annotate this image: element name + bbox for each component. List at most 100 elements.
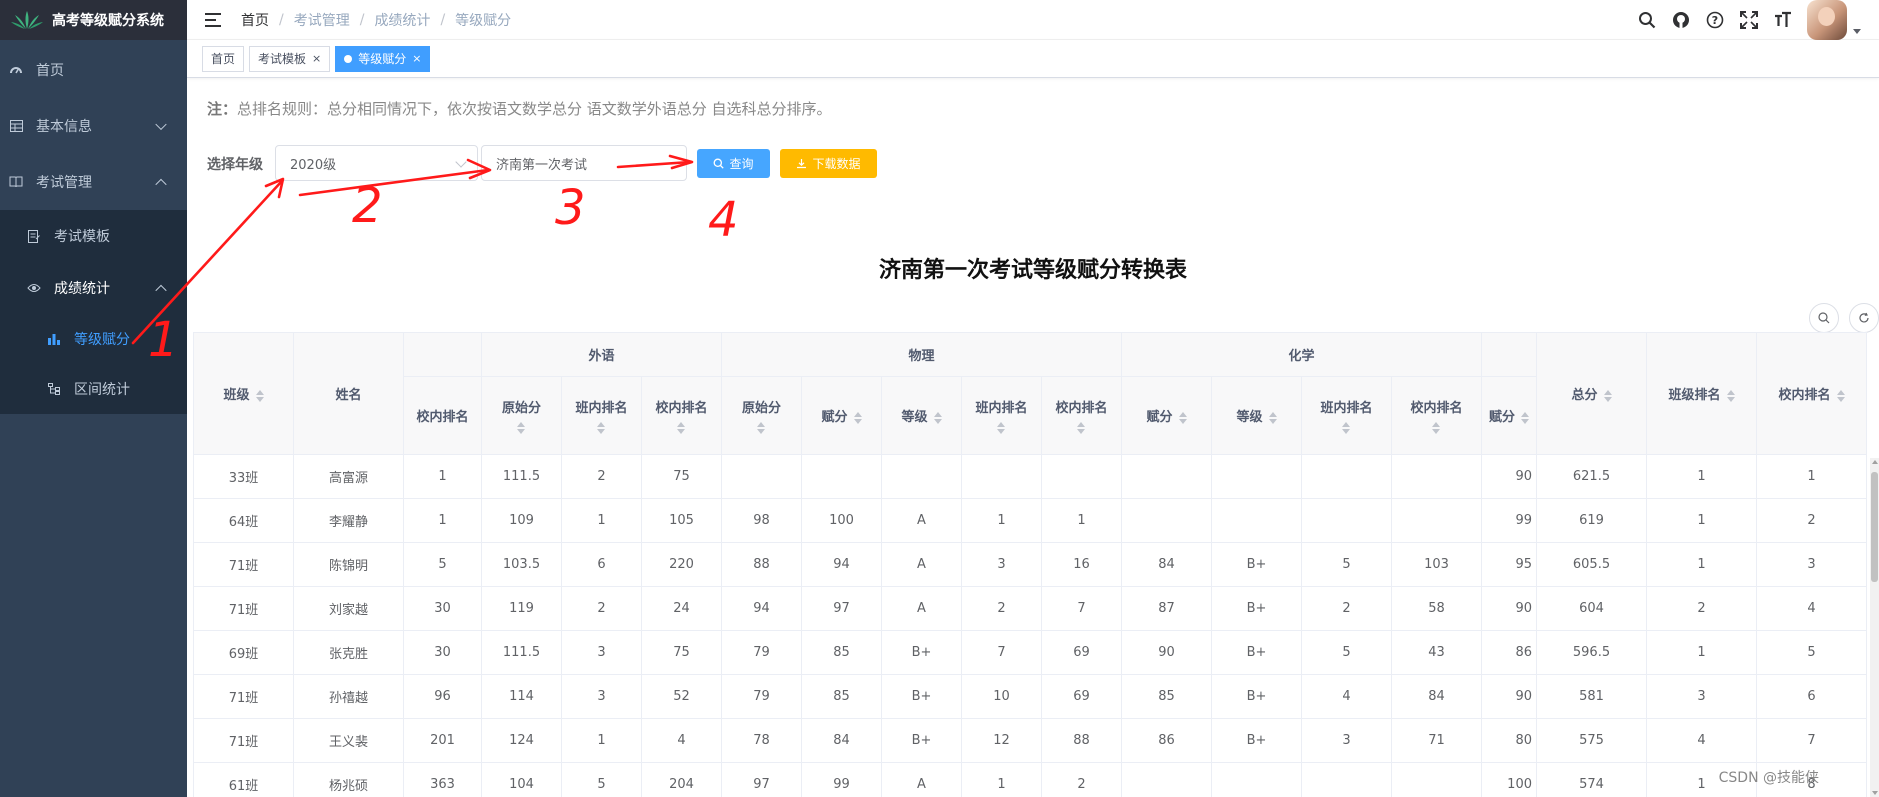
- column-header-ph-class-rank[interactable]: 班内排名: [961, 376, 1042, 455]
- table-cell: 5: [1301, 542, 1392, 587]
- table-cell: 103.5: [481, 542, 562, 587]
- table-cell: 1: [961, 762, 1042, 797]
- sort-icon[interactable]: [1726, 389, 1735, 402]
- table-cell: 61班: [193, 762, 294, 797]
- table-cell: 33班: [193, 454, 294, 499]
- table-cell: 刘家越: [293, 586, 404, 631]
- github-icon[interactable]: [1671, 10, 1691, 30]
- sidebar-item-grade-score[interactable]: 等级赋分: [0, 314, 187, 364]
- sort-icon[interactable]: [597, 422, 606, 434]
- table-cell: 621.5: [1536, 454, 1647, 499]
- column-header-class-rank[interactable]: 班级排名: [1646, 332, 1757, 455]
- column-header-ph-raw[interactable]: 原始分: [721, 376, 802, 455]
- table-scrollbar[interactable]: [1870, 458, 1879, 797]
- breadcrumb-item[interactable]: 首页: [241, 10, 269, 30]
- table-cell: 71班: [193, 542, 294, 587]
- column-header-ph-score[interactable]: 赋分: [801, 376, 882, 455]
- exam-select[interactable]: 济南第一次考试: [481, 145, 687, 181]
- sort-icon[interactable]: [517, 422, 526, 434]
- sidebar-item-basic-info[interactable]: 基本信息: [0, 98, 187, 154]
- sort-icon[interactable]: [997, 422, 1006, 434]
- column-header-ch-school-rank[interactable]: 校内排名: [1391, 376, 1482, 455]
- column-header-school-rank[interactable]: 校内排名: [1756, 332, 1867, 455]
- hamburger-icon[interactable]: [205, 12, 221, 27]
- table-cell: 95: [1481, 542, 1537, 587]
- download-button[interactable]: 下载数据: [780, 149, 877, 178]
- sort-icon[interactable]: [853, 411, 862, 424]
- table-cell: [961, 454, 1042, 499]
- grade-select[interactable]: 2020级: [275, 145, 478, 181]
- score-table: 班级 姓名 外语 物理 化学 总分 班级排名 校内排名 校内排名 原始分 班内排…: [193, 332, 1879, 797]
- table-row[interactable]: 64班 李耀静 1 109 1 105 98 100 A 1 1 99 619 1 2: [193, 498, 1867, 543]
- sort-icon[interactable]: [1603, 389, 1612, 402]
- sort-icon[interactable]: [757, 422, 766, 434]
- table-cell: 2: [1041, 762, 1122, 797]
- table-cell: 97: [721, 762, 802, 797]
- sort-icon[interactable]: [1268, 411, 1277, 424]
- avatar[interactable]: [1807, 0, 1847, 40]
- search-icon: [714, 158, 725, 169]
- sort-icon[interactable]: [1521, 411, 1529, 424]
- table-cell: A: [881, 542, 962, 587]
- table-row[interactable]: 69班 张克胜 30 111.5 3 75 79 85 B+ 7 69 90 B+ 5 43 86 596.5 1…: [193, 630, 1867, 675]
- sidebar-item-score-stats[interactable]: 成绩统计: [0, 262, 187, 314]
- tag-grade-score[interactable]: 等级赋分 ×: [335, 45, 431, 72]
- column-header-ch-score[interactable]: 赋分: [1121, 376, 1212, 455]
- sort-icon[interactable]: [1077, 422, 1086, 434]
- column-header-ch-class-rank[interactable]: 班内排名: [1301, 376, 1392, 455]
- column-header-fl-school-rank[interactable]: 校内排名: [641, 376, 722, 455]
- column-header-total[interactable]: 总分: [1536, 332, 1647, 455]
- table-row[interactable]: 71班 陈锦明 5 103.5 6 220 88 94 A 3 16 84 B+ 5 103 95 605.5 1…: [193, 542, 1867, 587]
- table-cell: 5: [403, 542, 482, 587]
- table-search-icon[interactable]: [1809, 303, 1839, 333]
- app-logo[interactable]: 高考等级赋分系统: [0, 0, 187, 40]
- table-row[interactable]: 71班 王义裴 201 124 1 4 78 84 B+ 12 88 86 B+ 3 71 80 575 4 7: [193, 718, 1867, 763]
- column-header-class[interactable]: 班级: [193, 332, 294, 455]
- sort-icon[interactable]: [677, 422, 686, 434]
- sort-icon[interactable]: [255, 389, 264, 402]
- sort-icon[interactable]: [933, 411, 942, 424]
- sort-icon[interactable]: [1178, 411, 1187, 424]
- refresh-icon[interactable]: [1849, 303, 1879, 333]
- scrollbar-thumb[interactable]: [1871, 472, 1878, 582]
- table-row[interactable]: 71班 刘家越 30 119 2 24 94 97 A 2 7 87 B+ 2 58 90 604 2 4: [193, 586, 1867, 631]
- search-icon[interactable]: [1637, 10, 1657, 30]
- query-button-label: 查询: [729, 157, 754, 171]
- sort-icon[interactable]: [1432, 422, 1441, 434]
- table-cell: 58: [1391, 586, 1482, 631]
- table-cell: B+: [881, 630, 962, 675]
- column-header-fl-class-rank[interactable]: 班内排名: [561, 376, 642, 455]
- tag-exam-template[interactable]: 考试模板 ×: [249, 45, 331, 72]
- sidebar-item-label: 基本信息: [36, 119, 92, 135]
- table-cell: [1391, 762, 1482, 797]
- sidebar-item-home[interactable]: 首页: [0, 42, 187, 98]
- sidebar-item-range-stats[interactable]: 区间统计: [0, 364, 187, 414]
- table-row[interactable]: 71班 孙禧越 96 114 3 52 79 85 B+ 10 69 85 B+ 4 84 90 581 3 6: [193, 674, 1867, 719]
- column-header-ph-grade[interactable]: 等级: [881, 376, 962, 455]
- column-header-fl-raw[interactable]: 原始分: [481, 376, 562, 455]
- query-button[interactable]: 查询: [697, 149, 770, 178]
- table-icon: [8, 118, 24, 134]
- tag-home[interactable]: 首页: [202, 45, 245, 72]
- close-icon[interactable]: ×: [412, 47, 421, 71]
- caret-down-icon[interactable]: [1853, 28, 1861, 34]
- fullscreen-icon[interactable]: [1739, 10, 1759, 30]
- table-row[interactable]: 61班 杨兆硕 363 104 5 204 97 99 A 1 2 100 574 1 8: [193, 762, 1867, 797]
- sidebar-item-exam-management[interactable]: 考试管理: [0, 154, 187, 210]
- table-cell: 1: [403, 498, 482, 543]
- table-cell: A: [881, 762, 962, 797]
- sidebar-item-exam-template[interactable]: 考试模板: [0, 210, 187, 262]
- column-header-next-score[interactable]: 赋分: [1481, 376, 1537, 455]
- font-size-icon[interactable]: [1773, 10, 1793, 30]
- close-icon[interactable]: ×: [312, 47, 321, 71]
- table-cell: 204: [641, 762, 722, 797]
- sort-icon[interactable]: [1836, 389, 1845, 402]
- table-cell: [1121, 454, 1212, 499]
- table-row[interactable]: 33班 高富源 1 111.5 2 75 90 621.5 1 1: [193, 454, 1867, 499]
- column-header-ch-grade[interactable]: 等级: [1211, 376, 1302, 455]
- column-header-ph-school-rank[interactable]: 校内排名: [1041, 376, 1122, 455]
- table-cell: 88: [721, 542, 802, 587]
- table-cell: B+: [1211, 586, 1302, 631]
- help-icon[interactable]: ?: [1705, 10, 1725, 30]
- sort-icon[interactable]: [1342, 422, 1351, 434]
